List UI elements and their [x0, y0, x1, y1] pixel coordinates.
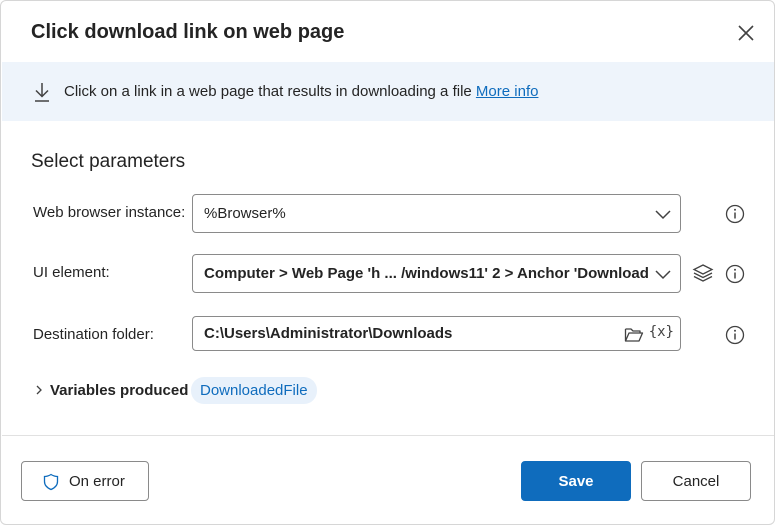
save-button[interactable]: Save — [521, 461, 631, 501]
info-icon[interactable] — [725, 204, 745, 224]
banner-text: Click on a link in a web page that resul… — [64, 83, 538, 100]
browser-instance-label: Web browser instance: — [33, 204, 186, 221]
variables-produced-toggle[interactable]: Variables produced — [50, 382, 188, 399]
on-error-button[interactable]: On error — [21, 461, 149, 501]
destination-folder-value: C:\Users\Administrator\Downloads — [204, 325, 453, 342]
browser-instance-value: %Browser% — [204, 205, 286, 222]
dialog-title: Click download link on web page — [31, 21, 345, 43]
variable-chip[interactable]: DownloadedFile — [191, 377, 317, 404]
ui-element-label: UI element: — [33, 264, 110, 281]
info-banner: Click on a link in a web page that resul… — [2, 62, 774, 121]
info-icon[interactable] — [725, 264, 745, 284]
chevron-down-icon[interactable] — [654, 205, 672, 223]
shield-icon — [43, 473, 59, 491]
section-title: Select parameters — [31, 151, 186, 172]
close-icon[interactable] — [734, 21, 758, 45]
info-icon[interactable] — [725, 325, 745, 345]
insert-variable-button[interactable]: {x} — [649, 324, 674, 340]
dialog: Click download link on web page Click on… — [0, 0, 775, 525]
ui-element-dropdown[interactable]: Computer > Web Page 'h ... /windows11' 2… — [192, 254, 681, 293]
footer-divider — [2, 435, 774, 436]
on-error-label: On error — [69, 473, 125, 490]
destination-folder-label: Destination folder: — [33, 326, 154, 343]
more-info-link[interactable]: More info — [476, 83, 539, 100]
destination-folder-input[interactable]: C:\Users\Administrator\Downloads {x} — [192, 316, 681, 351]
cancel-button[interactable]: Cancel — [641, 461, 751, 501]
ui-element-value: Computer > Web Page 'h ... /windows11' 2… — [204, 265, 652, 282]
browser-instance-dropdown[interactable]: %Browser% — [192, 194, 681, 233]
download-icon — [35, 83, 49, 102]
folder-icon[interactable] — [624, 326, 644, 344]
banner-description: Click on a link in a web page that resul… — [64, 83, 476, 100]
chevron-down-icon[interactable] — [654, 265, 672, 283]
layers-icon[interactable] — [692, 263, 714, 283]
chevron-right-icon[interactable] — [34, 383, 44, 397]
